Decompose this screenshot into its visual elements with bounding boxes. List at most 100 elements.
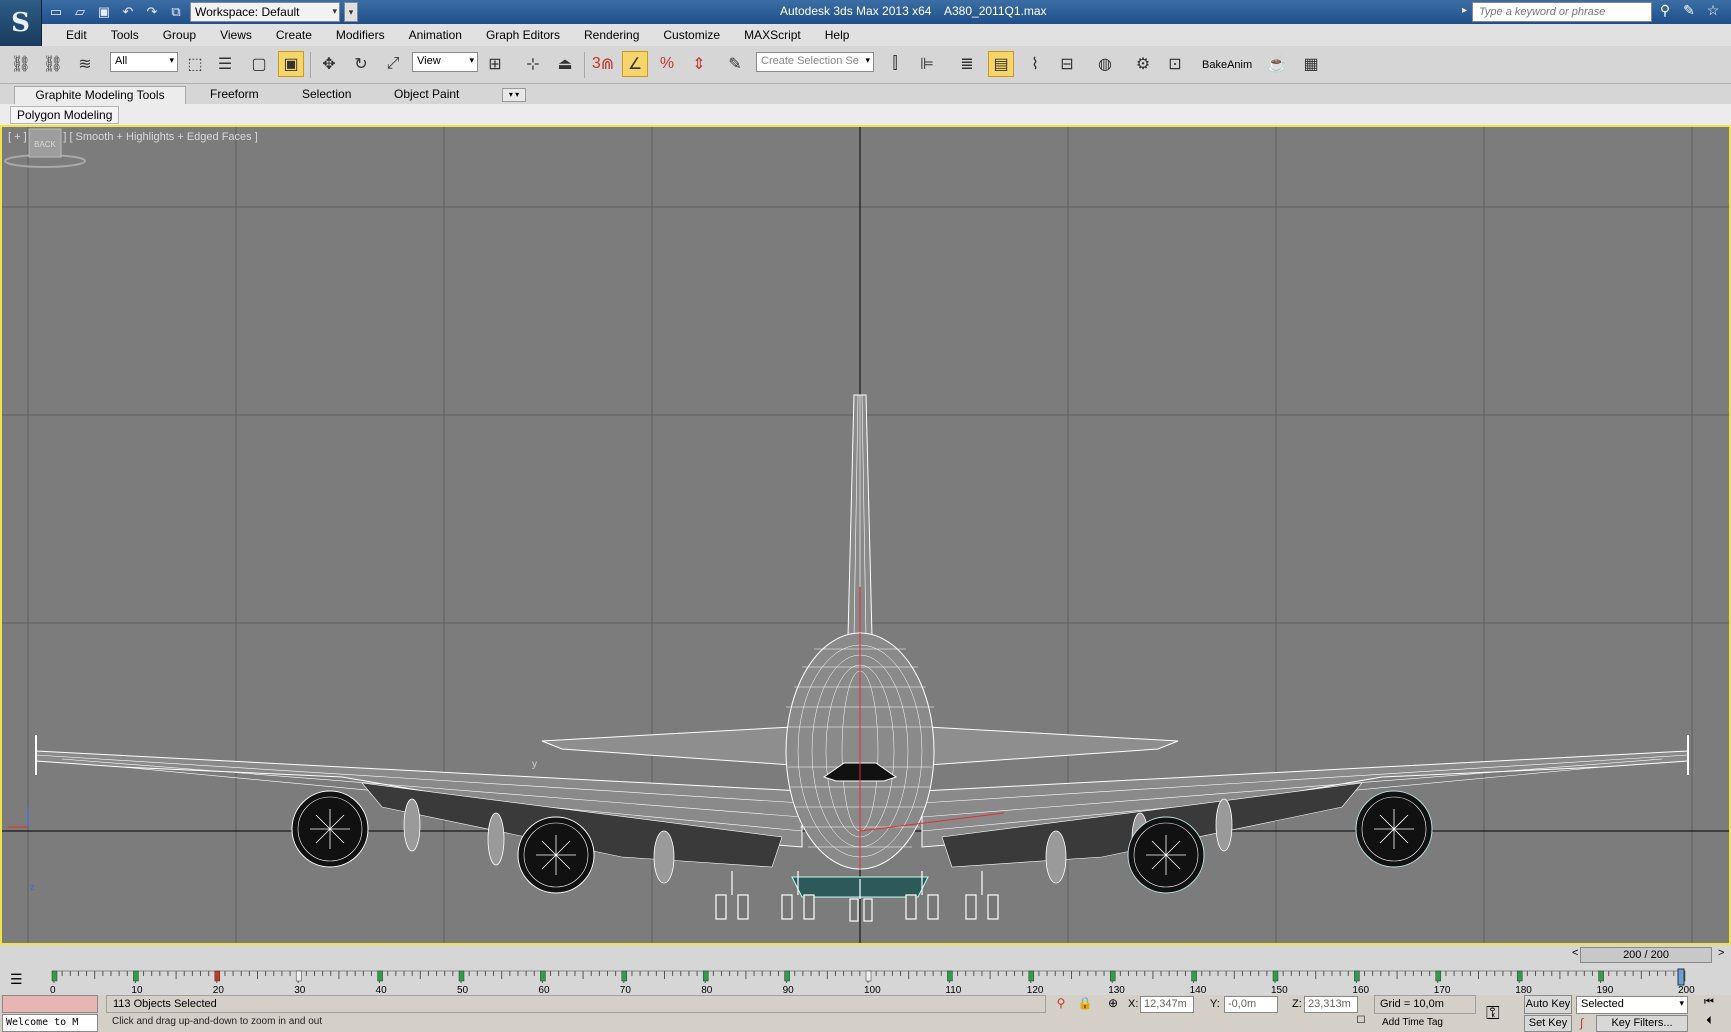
previous-frame-icon[interactable]: ⏴ [1700, 1015, 1718, 1032]
save-icon[interactable]: ▣ [94, 2, 114, 22]
redo-icon[interactable]: ↷ [142, 2, 162, 22]
window-crossing-icon[interactable]: ▣ [278, 51, 304, 77]
link-icon[interactable]: ⛓ [8, 51, 34, 77]
render-setup-icon[interactable]: ⚙ [1130, 51, 1156, 77]
tab-freeform[interactable]: Freeform [200, 86, 269, 104]
rotate-icon[interactable]: ↻ [348, 51, 374, 77]
open-icon[interactable]: ▱ [70, 2, 90, 22]
align-icon[interactable]: ⊫ [914, 51, 940, 77]
menu-create[interactable]: Create [264, 24, 324, 46]
layer-manager-icon[interactable]: ≣ [954, 51, 980, 77]
add-time-tag[interactable]: Add Time Tag [1374, 1015, 1476, 1032]
spinner-snap-icon[interactable]: ⇕ [686, 51, 712, 77]
menu-graph-editors[interactable]: Graph Editors [474, 24, 572, 46]
rectangular-selection-icon[interactable]: ▢ [246, 51, 272, 77]
maxscript-listener-input[interactable] [2, 995, 98, 1013]
teapot-icon[interactable]: ☕ [1264, 51, 1290, 77]
menu-customize[interactable]: Customize [651, 24, 732, 46]
bakeanim-button[interactable]: BakeAnim [1202, 59, 1252, 71]
menu-animation[interactable]: Animation [397, 24, 474, 46]
star-icon[interactable]: ☆ [1704, 2, 1722, 22]
pivot-center-icon[interactable]: ⊞ [482, 51, 508, 77]
track-tick-label: 170 [1434, 985, 1451, 995]
snaps-toggle-icon[interactable]: 3 ⋒ [590, 51, 616, 77]
isolate-selection-icon[interactable]: ⚲ [1052, 996, 1070, 1014]
menu-rendering[interactable]: Rendering [572, 24, 651, 46]
named-selection-dropdown[interactable]: Create Selection Se ▾ [756, 52, 874, 72]
y-coord-field[interactable]: -0,0m [1224, 996, 1278, 1013]
tab-selection[interactable]: Selection [292, 86, 361, 104]
curve-editor-icon[interactable]: ⌇ [1022, 51, 1048, 77]
axis-z-label: z [30, 882, 35, 892]
animation-key [377, 970, 383, 982]
menu-edit[interactable]: Edit [54, 24, 99, 46]
maxscript-listener-output[interactable]: Welcome to M [2, 1014, 98, 1032]
workspace-dropdown[interactable]: Workspace: Default ▾ [190, 2, 340, 22]
z-coord-field[interactable]: 23,313m [1304, 996, 1358, 1013]
track-tick-label: 200 [1678, 985, 1695, 995]
ribbon-options-icon[interactable]: ▾ ▾ [502, 88, 526, 102]
bind-space-warp-icon[interactable]: ≋ [72, 51, 98, 77]
time-slider[interactable]: < 200 / 200 > [0, 945, 1731, 965]
search-input[interactable]: Type a keyword or phrase [1472, 2, 1652, 22]
menu-maxscript[interactable]: MAXScript [732, 24, 813, 46]
select-object-icon[interactable]: ⬚ [182, 51, 208, 77]
menu-views[interactable]: Views [208, 24, 264, 46]
reference-coordinate-dropdown[interactable]: View ▾ [412, 52, 478, 72]
scale-icon[interactable]: ⤢ [380, 51, 406, 77]
menu-group[interactable]: Group [151, 24, 208, 46]
menu-modifiers[interactable]: Modifiers [324, 24, 397, 46]
undo-icon[interactable]: ↶ [118, 2, 138, 22]
time-tag-checkbox-icon[interactable]: ☐ [1352, 1015, 1370, 1032]
viewport-back[interactable]: [ + ] [ Back ] [ Smooth + Highlights + E… [0, 125, 1731, 945]
edit-named-selection-icon[interactable]: ✎ [722, 51, 748, 77]
binoculars-icon[interactable]: ⚲ [1656, 2, 1674, 22]
move-icon[interactable]: ✥ [316, 51, 342, 77]
animation-key [1598, 970, 1604, 982]
schematic-view-icon[interactable]: ⊟ [1054, 51, 1080, 77]
track-tick-label: 0 [50, 985, 56, 995]
material-editor-icon[interactable]: ◍ [1092, 51, 1118, 77]
keyboard-shortcut-icon[interactable]: ⏏ [552, 51, 578, 77]
polygon-modeling-panel[interactable]: Polygon Modeling [10, 106, 120, 124]
quick-access-menu-icon[interactable]: ▾ [344, 2, 358, 22]
new-icon[interactable]: ▭ [46, 2, 66, 22]
auto-key-button[interactable]: Auto Key [1524, 995, 1572, 1014]
unlink-icon[interactable]: ⛓ [40, 51, 66, 77]
time-slider-thumb[interactable]: 200 / 200 [1580, 947, 1712, 963]
mirror-icon[interactable]: ⫿ [882, 51, 908, 77]
animation-key [1354, 970, 1360, 982]
viewcube-label: BACK [34, 140, 56, 149]
x-coord-field[interactable]: 12,347m [1140, 996, 1194, 1013]
tools-icon[interactable]: ✎ [1680, 2, 1698, 22]
project-icon[interactable]: ⧉ [166, 2, 186, 22]
track-bar[interactable]: ☰ 0 10 20 30 40 50 60 70 80 90 100 110 120 130 140 150 1… [0, 965, 1731, 995]
time-next-button[interactable]: > [1718, 947, 1724, 959]
rendered-frame-icon[interactable]: ⊡ [1162, 51, 1188, 77]
selection-lock-icon[interactable]: 🔒 [1076, 996, 1094, 1014]
key-filters-button[interactable]: Key Filters... [1596, 1015, 1688, 1032]
tab-graphite-modeling-tools[interactable]: Graphite Modeling Tools [14, 86, 186, 104]
animation-key [133, 970, 139, 982]
set-key-button[interactable]: Set Key [1524, 1015, 1572, 1032]
viewcube[interactable]: BACK [2, 127, 88, 171]
search-expand-icon[interactable]: ▸ [1462, 5, 1467, 16]
select-by-name-icon[interactable]: ☰ [212, 51, 238, 77]
absolute-mode-icon[interactable]: ⊕ [1104, 996, 1122, 1014]
current-frame-marker [1677, 968, 1685, 986]
checker-icon[interactable]: ▦ [1298, 51, 1324, 77]
graphite-ribbon-icon[interactable]: ▤ [988, 51, 1014, 77]
select-manipulate-icon[interactable]: ⊹ [520, 51, 546, 77]
percent-snap-icon[interactable]: % [654, 51, 680, 77]
selection-filter-dropdown[interactable]: All ▾ [110, 52, 178, 72]
set-key-icon[interactable]: ⚿ [1486, 1003, 1500, 1024]
menu-tools[interactable]: Tools [99, 24, 151, 46]
tab-object-paint[interactable]: Object Paint [384, 86, 469, 104]
track-tick-label: 120 [1027, 985, 1044, 995]
time-prev-button[interactable]: < [1572, 947, 1578, 959]
angle-snap-icon[interactable]: ∠ [622, 51, 648, 77]
application-button[interactable]: S [0, 0, 42, 46]
go-to-start-icon[interactable]: ⏮ [1700, 996, 1718, 1013]
key-mode-dropdown[interactable]: Selected ▾ [1576, 996, 1688, 1014]
menu-help[interactable]: Help [813, 24, 862, 46]
